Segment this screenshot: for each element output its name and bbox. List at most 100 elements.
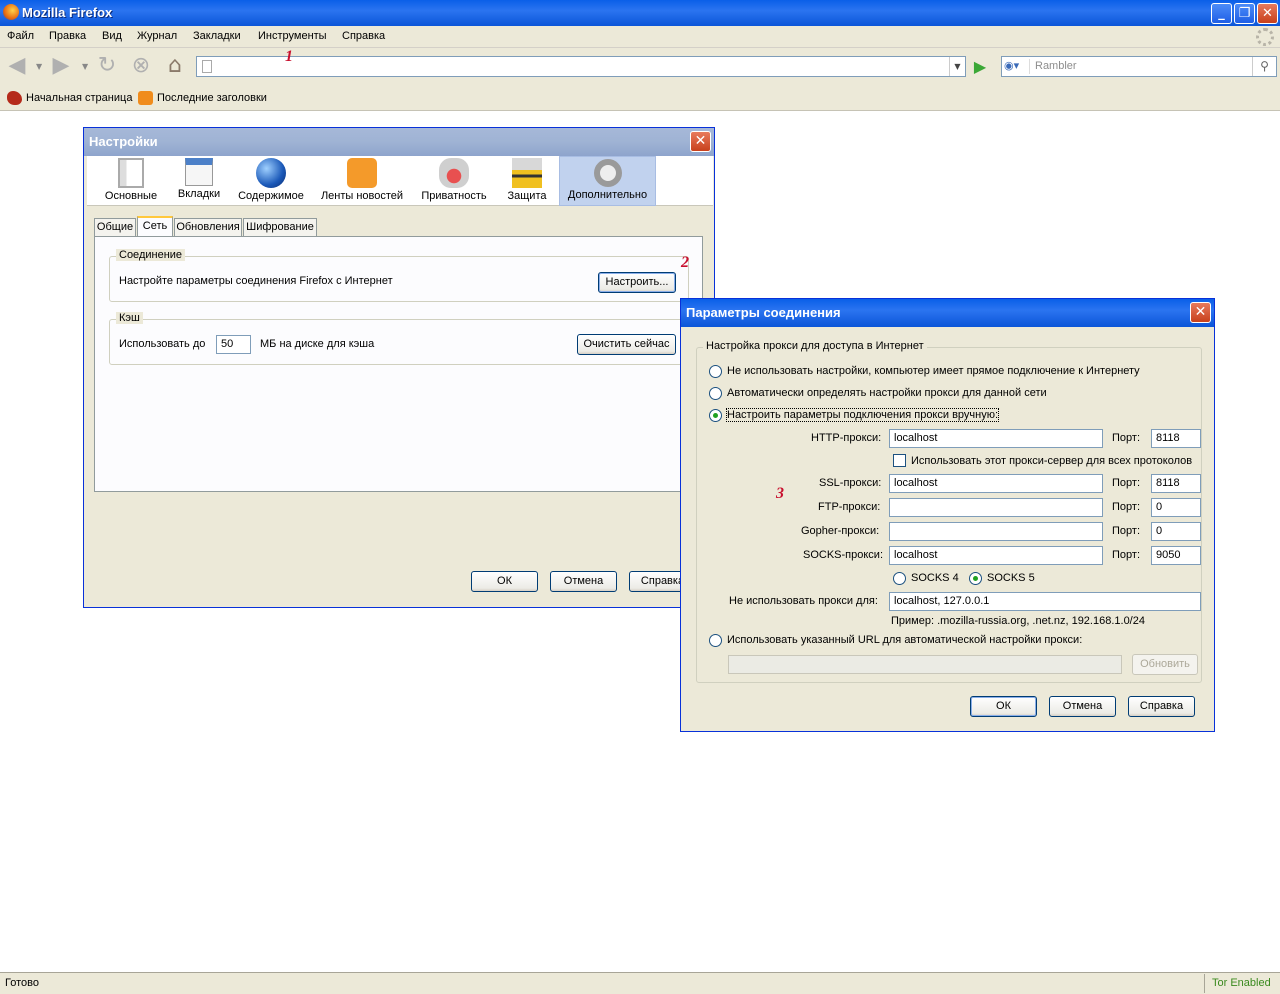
bookmark-latest-headlines[interactable]: Последние заголовки <box>157 92 267 104</box>
menu-tools[interactable]: Инструменты <box>258 30 327 42</box>
status-text: Готово <box>5 977 39 989</box>
settings-ok-button[interactable]: ОК <box>471 571 538 592</box>
http-proxy-input[interactable]: localhost <box>889 429 1103 448</box>
minimize-button[interactable]: _ <box>1211 3 1232 24</box>
reload-pac-button[interactable]: Обновить <box>1132 654 1198 675</box>
menu-help[interactable]: Справка <box>342 30 385 42</box>
general-settings-icon <box>118 158 144 188</box>
pane-advanced-label: Дополнительно <box>567 189 648 201</box>
radio-manual-proxy[interactable] <box>709 409 722 422</box>
socks-proxy-label: SOCKS-прокси: <box>803 549 884 561</box>
pane-privacy-label: Приватность <box>421 190 487 202</box>
clear-cache-button[interactable]: Очистить сейчас <box>577 334 676 355</box>
tab-general[interactable]: Общие <box>94 218 136 237</box>
use-for-all-checkbox[interactable] <box>893 454 906 467</box>
bookmarks-toolbar: Начальная страница Последние заголовки <box>0 86 1280 111</box>
stop-icon[interactable]: ⊗ <box>128 54 154 80</box>
auto-config-url-input[interactable] <box>728 655 1122 674</box>
pane-main[interactable]: Основные <box>102 156 160 206</box>
ftp-proxy-label: FTP-прокси: <box>818 501 881 513</box>
cache-size-input[interactable]: 50 <box>216 335 251 354</box>
settings-close-button[interactable]: ✕ <box>690 131 711 152</box>
no-proxy-for-input[interactable]: localhost, 127.0.0.1 <box>889 592 1201 611</box>
socks-port-input[interactable]: 9050 <box>1151 546 1201 565</box>
configure-connection-button[interactable]: Настроить... <box>598 272 676 293</box>
menu-edit[interactable]: Правка <box>49 30 86 42</box>
radio-auto-config-url[interactable] <box>709 634 722 647</box>
globe-icon <box>256 158 286 188</box>
page-icon <box>202 60 212 73</box>
socks4-label: SOCKS 4 <box>911 572 959 584</box>
gopher-port-input[interactable]: 0 <box>1151 522 1201 541</box>
connection-cancel-button[interactable]: Отмена <box>1049 696 1116 717</box>
ftp-port-input[interactable]: 0 <box>1151 498 1201 517</box>
search-bar[interactable]: ◉▾ Rambler ⚲ <box>1001 56 1277 77</box>
http-port-label: Порт: <box>1112 432 1140 444</box>
home-icon[interactable]: ⌂ <box>162 54 188 80</box>
http-port-input[interactable]: 8118 <box>1151 429 1201 448</box>
http-proxy-label: HTTP-прокси: <box>811 432 882 444</box>
gopher-proxy-label: Gopher-прокси: <box>801 525 880 537</box>
cache-legend: Кэш <box>116 312 143 324</box>
ssl-port-input[interactable]: 8118 <box>1151 474 1201 493</box>
tab-updates[interactable]: Обновления <box>174 218 242 237</box>
restore-button[interactable]: ❐ <box>1234 3 1255 24</box>
pane-tabs[interactable]: Вкладки <box>170 156 228 206</box>
radio-socks4[interactable] <box>893 572 906 585</box>
radio-auto-detect[interactable] <box>709 387 722 400</box>
search-engine-icon[interactable]: ◉▾ <box>1004 59 1030 74</box>
ftp-proxy-input[interactable] <box>889 498 1103 517</box>
ssl-proxy-input[interactable]: localhost <box>889 474 1103 493</box>
connection-description: Настройте параметры соединения Firefox с… <box>119 275 393 287</box>
tor-status[interactable]: Tor Enabled <box>1204 974 1280 993</box>
menu-bookmarks[interactable]: Закладки <box>193 30 241 42</box>
pane-privacy[interactable]: Приватность <box>418 156 490 206</box>
pane-main-label: Основные <box>104 190 158 202</box>
back-history-dropdown[interactable]: ▼ <box>36 62 42 71</box>
go-arrow-icon[interactable]: ▶ <box>970 57 990 77</box>
connection-group: Соединение Настройте параметры соединени… <box>109 249 689 302</box>
pane-security[interactable]: Защита <box>502 156 552 206</box>
socks-proxy-input[interactable]: localhost <box>889 546 1103 565</box>
connection-ok-button[interactable]: ОК <box>970 696 1037 717</box>
proxy-group-legend: Настройка прокси для доступа в Интернет <box>703 340 927 352</box>
gopher-proxy-input[interactable] <box>889 522 1103 541</box>
no-proxy-for-label: Не использовать прокси для: <box>729 595 878 607</box>
radio-socks5[interactable] <box>969 572 982 585</box>
rss-icon <box>347 158 377 188</box>
status-bar: Готово Tor Enabled <box>0 972 1280 994</box>
settings-cancel-button[interactable]: Отмена <box>550 571 617 592</box>
menu-bar: Файл Правка Вид Журнал Закладки Инструме… <box>0 26 1280 48</box>
back-arrow-icon[interactable]: ◀ <box>4 54 30 80</box>
menu-view[interactable]: Вид <box>102 30 122 42</box>
url-history-dropdown[interactable]: ▼ <box>949 57 965 76</box>
radio-no-proxy[interactable] <box>709 365 722 378</box>
connection-help-button[interactable]: Справка <box>1128 696 1195 717</box>
forward-arrow-icon[interactable]: ▶ <box>48 54 74 80</box>
pane-content[interactable]: Содержимое <box>236 156 306 206</box>
bookmark-home-icon <box>7 91 22 105</box>
bookmark-start-page[interactable]: Начальная страница <box>26 92 132 104</box>
menu-history[interactable]: Журнал <box>137 30 177 42</box>
cache-use-label: Использовать до <box>119 338 206 350</box>
network-tab-panel: Соединение Настройте параметры соединени… <box>94 236 703 492</box>
annotation-2: 2 <box>681 254 689 271</box>
connection-close-button[interactable]: ✕ <box>1190 302 1211 323</box>
window-titlebar: Mozilla Firefox _ ❐ ✕ <box>0 0 1280 26</box>
forward-history-dropdown[interactable]: ▼ <box>82 62 88 71</box>
navigation-toolbar: ◀ ▼ ▶ ▼ ↻ ⊗ ⌂ ▼ ▶ ◉▾ Rambler ⚲ 1 <box>0 48 1280 86</box>
pane-feeds[interactable]: Ленты новостей <box>317 156 407 206</box>
reload-icon[interactable]: ↻ <box>94 54 120 80</box>
auto-detect-label: Автоматически определять настройки прокс… <box>727 387 1047 399</box>
menu-file[interactable]: Файл <box>7 30 34 42</box>
close-window-button[interactable]: ✕ <box>1257 3 1278 24</box>
gopher-port-label: Порт: <box>1112 525 1140 537</box>
window-title: Mozilla Firefox <box>22 5 113 20</box>
search-placeholder: Rambler <box>1035 60 1077 72</box>
tab-network[interactable]: Сеть <box>137 216 173 238</box>
socks5-label: SOCKS 5 <box>987 572 1035 584</box>
address-bar[interactable]: ▼ <box>196 56 966 77</box>
tab-encryption[interactable]: Шифрование <box>243 218 317 237</box>
pane-advanced[interactable]: Дополнительно <box>559 156 656 206</box>
magnifier-icon[interactable]: ⚲ <box>1252 57 1276 76</box>
